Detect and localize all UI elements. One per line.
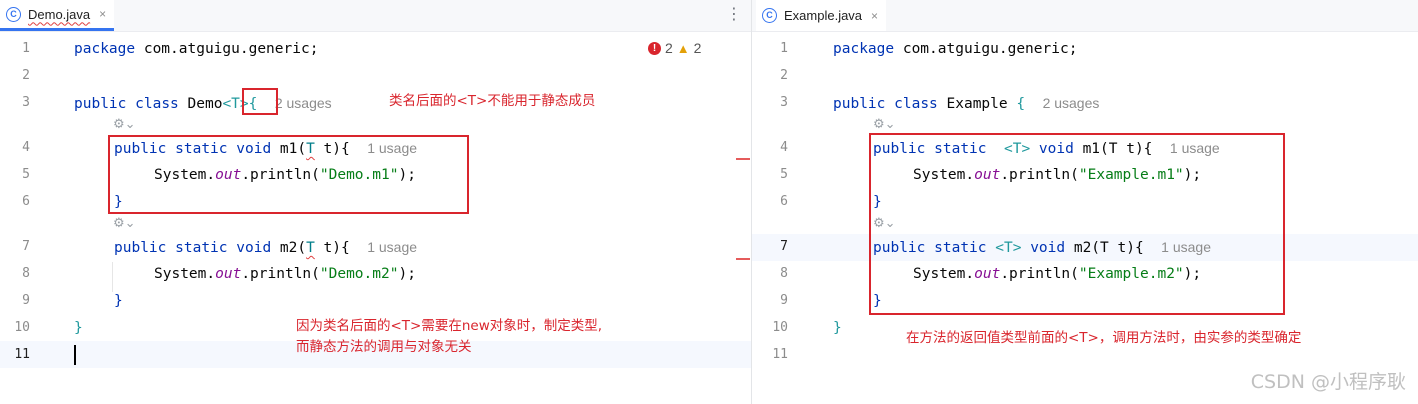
line-number: 9: [22, 293, 30, 308]
tab-example-java[interactable]: C Example.java ×: [756, 0, 887, 31]
error-stripe-mark[interactable]: [736, 158, 750, 160]
annotation-box-m1: [108, 135, 469, 214]
editor-pane-demo[interactable]: C Demo.java × ⋮ 1 2 3 4 5 6 7 8 9 10 11 …: [0, 0, 751, 404]
tab-label: Example.java: [784, 8, 863, 23]
line-number: 8: [22, 266, 30, 281]
error-type-param: T: [306, 240, 315, 256]
usages-hint[interactable]: 2 usages: [275, 95, 332, 111]
line-number-current: 11: [14, 347, 30, 362]
error-stripe-mark[interactable]: [736, 258, 750, 260]
gear-icon[interactable]: ⚙⌄: [113, 216, 136, 231]
annotation-note-2a: 因为类名后面的<T>需要在new对象时，制定类型,: [296, 318, 603, 334]
line-number: 11: [772, 347, 788, 362]
close-icon[interactable]: ×: [871, 9, 878, 23]
line-number: 2: [780, 68, 788, 83]
code-line-9[interactable]: }: [114, 291, 123, 311]
usages-hint[interactable]: 2 usages: [1043, 95, 1100, 111]
code-line-10[interactable]: }: [833, 318, 842, 338]
line-number: 10: [14, 320, 30, 335]
line-number: 9: [780, 293, 788, 308]
code-line-10[interactable]: }: [74, 318, 83, 338]
line-number: 5: [780, 167, 788, 182]
line-number: 10: [772, 320, 788, 335]
annotation-box-type-param: [242, 88, 278, 115]
line-number: 4: [780, 140, 788, 155]
class-c-icon: C: [6, 6, 21, 22]
error-icon: !: [648, 41, 661, 55]
annotation-box-methods: [869, 133, 1285, 315]
code-line-1[interactable]: package com.atguigu.generic;: [74, 39, 318, 59]
line-number-current: 7: [780, 239, 788, 254]
problems-indicator[interactable]: ! 2 ▲ 2: [648, 40, 701, 56]
code-line-3[interactable]: public class Demo<T>{ 2 usages: [74, 93, 332, 114]
editor-pane-example[interactable]: C Example.java × 1 2 3 4 5 6 7 8 9 10 11…: [752, 0, 1418, 404]
editor-tab-bar: C Demo.java × ⋮: [0, 0, 751, 32]
code-line-7[interactable]: public static void m2(T t){ 1 usage: [114, 237, 417, 258]
gear-icon[interactable]: ⚙⌄: [873, 117, 896, 132]
annotation-note-2b: 而静态方法的调用与对象无关: [296, 339, 472, 355]
code-line-1[interactable]: package com.atguigu.generic;: [833, 39, 1077, 59]
line-number: 6: [780, 194, 788, 209]
tab-label: Demo.java: [28, 6, 91, 22]
more-options-icon[interactable]: ⋮: [726, 4, 742, 23]
code-line-3[interactable]: public class Example { 2 usages: [833, 93, 1099, 114]
line-number: 4: [22, 140, 30, 155]
editor-tab-bar: C Example.java ×: [752, 0, 1418, 32]
line-number: 6: [22, 194, 30, 209]
line-number: 3: [780, 95, 788, 110]
warning-icon: ▲: [676, 40, 690, 56]
line-number: 7: [22, 239, 30, 254]
line-number: 3: [22, 95, 30, 110]
indent-guide: [112, 262, 113, 292]
line-number: 1: [22, 41, 30, 56]
line-number: 8: [780, 266, 788, 281]
watermark: CSDN @小程序耿: [1250, 371, 1406, 393]
code-line-8[interactable]: System.out.println("Demo.m2");: [154, 264, 416, 284]
warning-count: 2: [693, 40, 702, 56]
annotation-note-1: 在方法的返回值类型前面的<T>，调用方法时，由实参的类型确定: [906, 330, 1302, 346]
line-number: 5: [22, 167, 30, 182]
annotation-note-1: 类名后面的<T>不能用于静态成员: [389, 93, 596, 109]
gear-icon[interactable]: ⚙⌄: [113, 117, 136, 132]
close-icon[interactable]: ×: [99, 7, 106, 21]
tab-demo-java[interactable]: C Demo.java ×: [0, 0, 115, 31]
line-number: 1: [780, 41, 788, 56]
line-number: 2: [22, 68, 30, 83]
text-caret: [74, 345, 76, 365]
usages-hint[interactable]: 1 usage: [367, 239, 417, 255]
class-c-icon: C: [762, 8, 777, 23]
error-count: 2: [665, 40, 673, 56]
